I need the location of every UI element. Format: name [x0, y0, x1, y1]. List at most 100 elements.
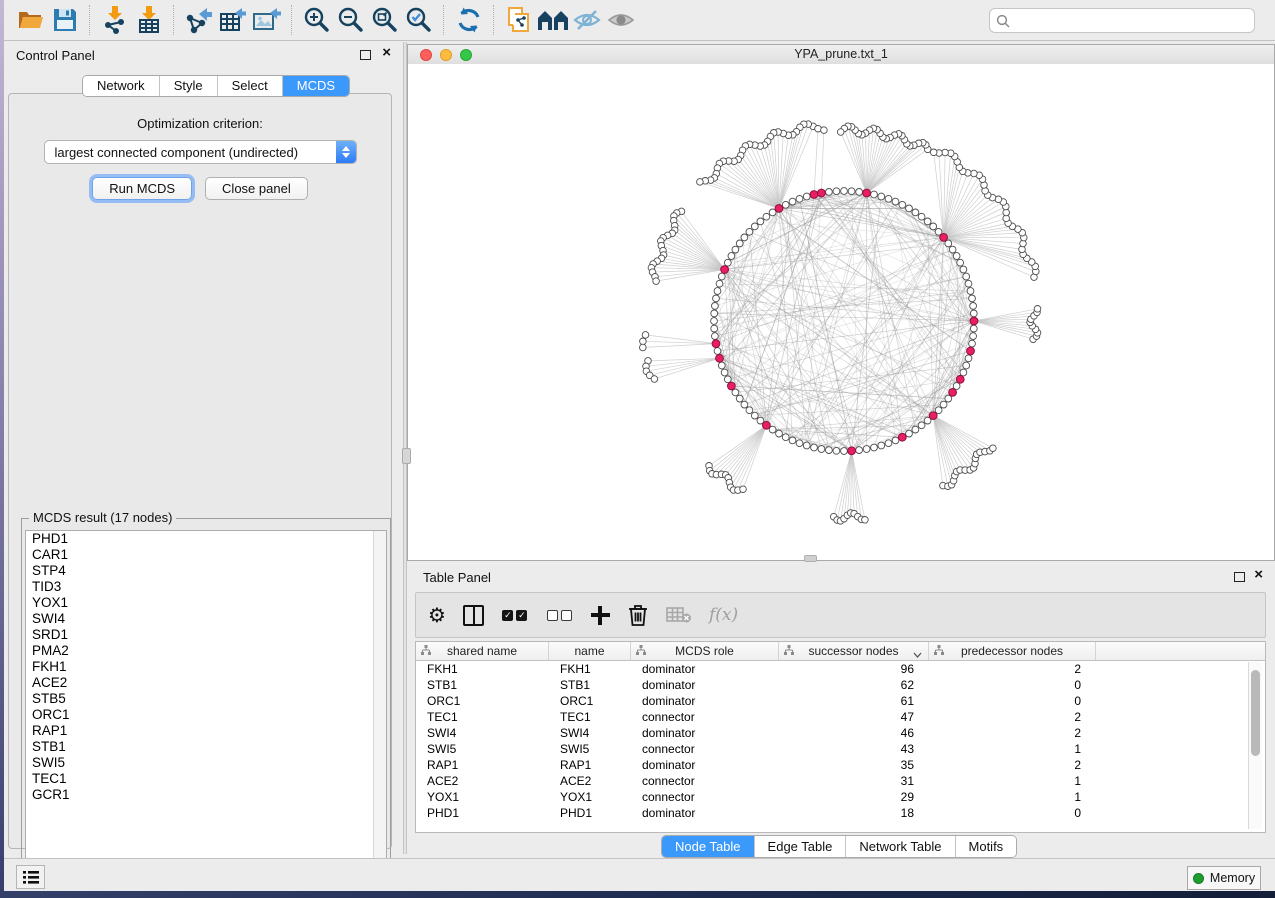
- close-panel-icon[interactable]: ×: [382, 43, 391, 63]
- memory-button[interactable]: Memory: [1187, 866, 1261, 890]
- table-cell: ORC1: [416, 693, 549, 709]
- table-cell: 2: [929, 661, 1096, 677]
- toolbar-separator: [443, 5, 445, 35]
- table-settings-gear-icon[interactable]: ⚙: [428, 600, 446, 630]
- table-row[interactable]: PHD1PHD1dominator180: [416, 805, 1265, 821]
- window-close-button[interactable]: [420, 49, 432, 61]
- mcds-result-item[interactable]: YOX1: [26, 595, 386, 611]
- tab-network[interactable]: Network: [83, 76, 160, 96]
- mcds-result-item[interactable]: FKH1: [26, 659, 386, 675]
- close-panel-button[interactable]: Close panel: [205, 177, 308, 200]
- table-row[interactable]: YOX1YOX1connector291: [416, 789, 1265, 805]
- task-history-button[interactable]: [16, 865, 45, 889]
- mcds-result-item[interactable]: TID3: [26, 579, 386, 595]
- window-minimize-button[interactable]: [440, 49, 452, 61]
- refresh-icon[interactable]: [452, 4, 486, 36]
- table-scrollbar[interactable]: [1248, 662, 1262, 829]
- network-window-titlebar[interactable]: YPA_prune.txt_1: [408, 45, 1274, 65]
- search-input[interactable]: [1014, 13, 1248, 29]
- table-cell: ACE2: [416, 773, 549, 789]
- delete-column-trash-icon[interactable]: [627, 600, 649, 630]
- window-zoom-button[interactable]: [460, 49, 472, 61]
- panel-splitter-grip[interactable]: [402, 448, 411, 464]
- network-window: YPA_prune.txt_1: [407, 44, 1275, 561]
- tab-network-table[interactable]: Network Table: [846, 836, 955, 857]
- table-cell: 31: [779, 773, 929, 789]
- close-table-panel-icon[interactable]: ×: [1254, 565, 1263, 585]
- mcds-result-item[interactable]: STB1: [26, 739, 386, 755]
- table-row[interactable]: RAP1RAP1dominator352: [416, 757, 1265, 773]
- table-cell: 2: [929, 709, 1096, 725]
- application-window: Control Panel × Network Style Select MCD…: [4, 0, 1275, 890]
- duplicate-network-icon[interactable]: [502, 4, 536, 36]
- mcds-list-scrollbar[interactable]: [373, 531, 386, 883]
- column-header[interactable]: successor nodes: [779, 642, 929, 660]
- zoom-in-icon[interactable]: [300, 4, 334, 36]
- tab-edge-table[interactable]: Edge Table: [755, 836, 847, 857]
- mcds-result-item[interactable]: TEC1: [26, 771, 386, 787]
- export-image-icon[interactable]: [250, 4, 284, 36]
- tab-node-table[interactable]: Node Table: [662, 836, 755, 857]
- column-header[interactable]: predecessor nodes: [929, 642, 1096, 660]
- tab-style[interactable]: Style: [160, 76, 218, 96]
- hide-selected-icon[interactable]: [570, 4, 604, 36]
- export-table-icon[interactable]: [216, 4, 250, 36]
- zoom-selected-icon[interactable]: [402, 4, 436, 36]
- function-builder-icon[interactable]: f(x): [709, 600, 738, 630]
- column-header[interactable]: MCDS role: [631, 642, 779, 660]
- open-file-icon[interactable]: [14, 4, 48, 36]
- delete-table-icon[interactable]: [666, 600, 692, 630]
- tab-select[interactable]: Select: [218, 76, 283, 96]
- table-row[interactable]: SWI4SWI4dominator462: [416, 725, 1265, 741]
- tab-mcds[interactable]: MCDS: [283, 76, 349, 96]
- mcds-result-item[interactable]: RAP1: [26, 723, 386, 739]
- import-table-icon[interactable]: [132, 4, 166, 36]
- table-scrollbar-thumb[interactable]: [1251, 670, 1260, 756]
- memory-label: Memory: [1210, 871, 1255, 885]
- table-tabs: Node Table Edge Table Network Table Moti…: [661, 835, 1017, 858]
- mcds-result-item[interactable]: GCR1: [26, 787, 386, 803]
- mcds-result-item[interactable]: ORC1: [26, 707, 386, 723]
- mcds-result-item[interactable]: CAR1: [26, 547, 386, 563]
- column-header[interactable]: name: [549, 642, 631, 660]
- mcds-result-item[interactable]: PMA2: [26, 643, 386, 659]
- import-network-icon[interactable]: [98, 4, 132, 36]
- table-row[interactable]: FKH1FKH1dominator962: [416, 661, 1265, 677]
- mcds-result-item[interactable]: STB5: [26, 691, 386, 707]
- table-row[interactable]: TEC1TEC1connector472: [416, 709, 1265, 725]
- table-cell: dominator: [631, 757, 779, 773]
- mcds-result-item[interactable]: SRD1: [26, 627, 386, 643]
- select-all-icon[interactable]: ✓✓: [501, 600, 529, 630]
- criterion-dropdown[interactable]: largest connected component (undirected): [44, 140, 357, 164]
- table-panel-splitter-grip[interactable]: [804, 555, 817, 562]
- table-cell: 96: [779, 661, 929, 677]
- column-header[interactable]: shared name: [416, 642, 549, 660]
- table-cell: 46: [779, 725, 929, 741]
- control-panel-tabs: Network Style Select MCDS: [82, 75, 350, 97]
- table-row[interactable]: STB1STB1dominator620: [416, 677, 1265, 693]
- float-panel-icon[interactable]: [360, 50, 371, 60]
- zoom-out-icon[interactable]: [334, 4, 368, 36]
- show-columns-icon[interactable]: [463, 600, 484, 630]
- mcds-result-list[interactable]: PHD1CAR1STP4TID3YOX1SWI4SRD1PMA2FKH1ACE2…: [25, 530, 387, 884]
- first-neighbors-icon[interactable]: [536, 4, 570, 36]
- float-table-panel-icon[interactable]: [1234, 572, 1245, 582]
- mcds-result-item[interactable]: SWI4: [26, 611, 386, 627]
- table-row[interactable]: ACE2ACE2connector311: [416, 773, 1265, 789]
- table-row[interactable]: SWI5SWI5connector431: [416, 741, 1265, 757]
- show-all-icon[interactable]: [604, 4, 638, 36]
- deselect-all-icon[interactable]: [546, 600, 574, 630]
- save-session-icon[interactable]: [48, 4, 82, 36]
- mcds-result-item[interactable]: STP4: [26, 563, 386, 579]
- mcds-result-item[interactable]: SWI5: [26, 755, 386, 771]
- add-column-icon[interactable]: [591, 600, 610, 630]
- mcds-result-item[interactable]: PHD1: [26, 531, 386, 547]
- network-canvas[interactable]: [408, 64, 1274, 560]
- tab-motifs[interactable]: Motifs: [956, 836, 1017, 857]
- run-mcds-button[interactable]: Run MCDS: [92, 177, 192, 200]
- search-box[interactable]: [989, 8, 1255, 33]
- mcds-result-item[interactable]: ACE2: [26, 675, 386, 691]
- table-row[interactable]: ORC1ORC1dominator610: [416, 693, 1265, 709]
- export-network-icon[interactable]: [182, 4, 216, 36]
- zoom-fit-icon[interactable]: [368, 4, 402, 36]
